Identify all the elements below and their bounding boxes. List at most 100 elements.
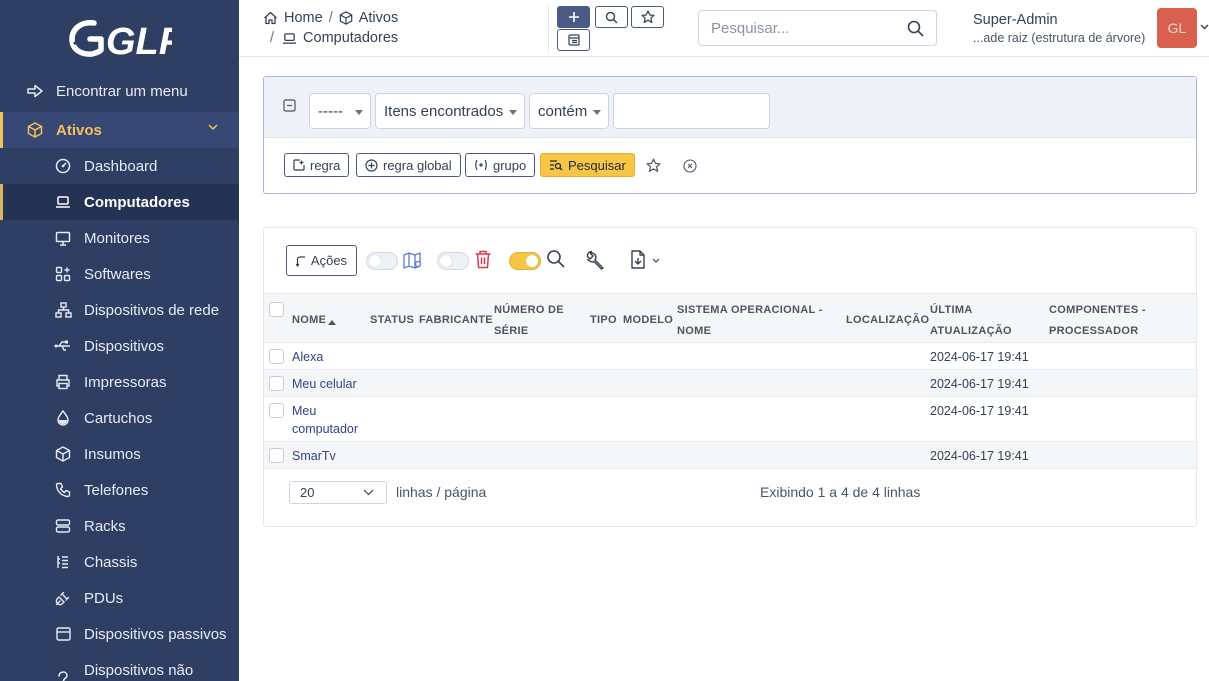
apps-icon bbox=[54, 265, 72, 283]
breadcrumb: Home / Ativos bbox=[263, 10, 398, 26]
avatar[interactable]: GL bbox=[1157, 8, 1197, 48]
column-header-processador[interactable]: COMPONENTES - PROCESSADOR bbox=[1049, 294, 1196, 343]
row-checkbox[interactable] bbox=[269, 403, 284, 418]
wrench-icon[interactable] bbox=[585, 250, 605, 270]
sidebar-item-telefones[interactable]: Telefones bbox=[0, 472, 239, 508]
row-checkbox[interactable] bbox=[269, 349, 284, 364]
user-name[interactable]: Super-Admin bbox=[973, 12, 1058, 28]
column-header-fabricante[interactable]: FABRICANTE bbox=[419, 294, 494, 343]
computer-link[interactable]: SmarTv bbox=[292, 449, 336, 463]
last-update-cell: 2024-06-17 19:41 bbox=[930, 377, 1029, 391]
rows-per-page-label: linhas / página bbox=[396, 484, 487, 500]
sidebar-item-cartuchos[interactable]: Cartuchos bbox=[0, 400, 239, 436]
row-checkbox[interactable] bbox=[269, 448, 284, 463]
breadcrumb-line-2: / Computadores bbox=[270, 30, 398, 46]
sidebar-item-dispositivos-nao-gerenciados[interactable]: Dispositivos não bbox=[0, 658, 239, 681]
circle-plus-icon bbox=[365, 158, 378, 172]
question-icon bbox=[54, 670, 72, 681]
sidebar-item-label: Chassis bbox=[84, 553, 138, 571]
column-header-localizacao[interactable]: LOCALIZAÇÃO bbox=[846, 294, 930, 343]
computer-link[interactable]: Meu computador bbox=[292, 404, 358, 436]
sidebar-item-dispositivos-passivos[interactable]: Dispositivos passivos bbox=[0, 616, 239, 652]
column-header-nome[interactable]: NOME bbox=[292, 294, 370, 343]
add-rule-button[interactable]: regra bbox=[284, 153, 350, 177]
gauge-icon bbox=[54, 157, 72, 175]
caret-down-icon bbox=[593, 110, 601, 115]
column-header-status[interactable]: STATUS bbox=[370, 294, 419, 343]
field-select[interactable]: Itens encontrados bbox=[375, 93, 525, 129]
column-header-ultima-atualizacao[interactable]: ÚLTIMA ATUALIZAÇÃO bbox=[930, 294, 1049, 343]
breadcrumb-home[interactable]: Home bbox=[284, 10, 323, 26]
breadcrumb-ativos[interactable]: Ativos bbox=[359, 10, 399, 26]
table-row[interactable]: SmarTv 2024-06-17 19:41 bbox=[264, 441, 1196, 469]
file-export-icon[interactable] bbox=[630, 250, 646, 269]
search-icon[interactable] bbox=[546, 249, 565, 268]
chevron-down-icon[interactable] bbox=[652, 258, 660, 263]
sidebar-item-insumos[interactable]: Insumos bbox=[0, 436, 239, 472]
table-row[interactable]: Meu computador 2024-06-17 19:41 bbox=[264, 397, 1196, 442]
add-button[interactable] bbox=[557, 6, 590, 28]
trash-icon[interactable] bbox=[474, 250, 492, 269]
select-all-checkbox[interactable] bbox=[269, 302, 284, 317]
sidebar-group-ativos[interactable]: Ativos bbox=[0, 112, 239, 148]
field-select-value: Itens encontrados bbox=[384, 102, 504, 120]
add-group-button[interactable]: grupo bbox=[465, 153, 536, 177]
add-global-rule-button[interactable]: regra global bbox=[356, 153, 461, 177]
map-icon[interactable] bbox=[403, 251, 422, 270]
criterion-value-input[interactable] bbox=[613, 93, 770, 129]
trash-toggle[interactable] bbox=[437, 252, 469, 270]
column-header-sistema-operacional[interactable]: SISTEMA OPERACIONAL - NOME bbox=[677, 294, 846, 343]
sidebar-item-dispositivos[interactable]: Dispositivos bbox=[0, 328, 239, 364]
breadcrumb-computadores[interactable]: Computadores bbox=[303, 30, 398, 46]
list-search-icon bbox=[549, 159, 563, 171]
actions-button[interactable]: Ações bbox=[286, 245, 357, 276]
global-search-input[interactable] bbox=[711, 11, 901, 45]
plug-icon bbox=[54, 589, 72, 607]
rows-per-page-select[interactable]: 20 bbox=[289, 481, 387, 504]
search-mode-toggle[interactable] bbox=[509, 252, 541, 270]
column-header-modelo[interactable]: MODELO bbox=[623, 294, 677, 343]
sidebar-item-label: Insumos bbox=[84, 445, 141, 463]
sidebar-item-racks[interactable]: Racks bbox=[0, 508, 239, 544]
search-toggle-button[interactable] bbox=[595, 6, 628, 28]
remove-criterion-icon[interactable] bbox=[283, 99, 296, 112]
sidebar-item-impressoras[interactable]: Impressoras bbox=[0, 364, 239, 400]
computer-link[interactable]: Alexa bbox=[292, 350, 323, 364]
glpi-logo[interactable]: GLPI bbox=[68, 14, 172, 60]
saved-searches-button[interactable] bbox=[631, 6, 664, 28]
table-row[interactable]: Alexa 2024-06-17 19:41 bbox=[264, 343, 1196, 370]
arrow-right-icon bbox=[26, 82, 44, 100]
layout-icon bbox=[567, 34, 580, 46]
link-select[interactable]: ----- bbox=[309, 93, 371, 129]
search-icon[interactable] bbox=[907, 20, 924, 37]
sidebar-item-chassis[interactable]: Chassis bbox=[0, 544, 239, 580]
sidebar-item-dispositivos-de-rede[interactable]: Dispositivos de rede bbox=[0, 292, 239, 328]
sidebar-item-computadores[interactable]: Computadores bbox=[0, 184, 239, 220]
sidebar-item-monitores[interactable]: Monitores bbox=[0, 220, 239, 256]
phone-icon bbox=[54, 481, 72, 499]
reset-circle-x-icon[interactable] bbox=[683, 159, 697, 173]
chevron-down-icon[interactable] bbox=[1200, 24, 1209, 30]
sidebar-item-softwares[interactable]: Softwares bbox=[0, 256, 239, 292]
user-entity[interactable]: ...ade raiz (estrutura de árvore) bbox=[973, 31, 1145, 45]
star-icon[interactable] bbox=[646, 158, 661, 173]
computer-link[interactable]: Meu celular bbox=[292, 377, 357, 391]
topbar-divider bbox=[548, 5, 549, 53]
table-row[interactable]: Meu celular 2024-06-17 19:41 bbox=[264, 369, 1196, 397]
sidebar-item-label: Dispositivos bbox=[84, 337, 165, 355]
templates-button[interactable] bbox=[557, 29, 590, 51]
column-header-numero-de-serie[interactable]: NÚMERO DE SÉRIE bbox=[494, 294, 590, 343]
column-header-tipo[interactable]: TIPO bbox=[590, 294, 623, 343]
row-checkbox[interactable] bbox=[269, 376, 284, 391]
sidebar-item-pdus[interactable]: PDUs bbox=[0, 580, 239, 616]
sidebar-item-dashboard[interactable]: Dashboard bbox=[0, 148, 239, 184]
operator-select[interactable]: contém bbox=[529, 93, 609, 129]
results-card: Ações NOME STATUS FABRICANTE NÚMERO DE S… bbox=[263, 227, 1197, 527]
sidebar-item-label: Dispositivos não bbox=[84, 662, 194, 679]
map-toggle[interactable] bbox=[366, 252, 398, 270]
search-submit-button[interactable]: Pesquisar bbox=[540, 153, 635, 177]
laptop-icon bbox=[54, 193, 72, 211]
search-icon bbox=[605, 11, 618, 24]
find-menu-link[interactable]: Encontrar um menu bbox=[0, 73, 239, 109]
breadcrumb-separator: / bbox=[328, 10, 333, 26]
